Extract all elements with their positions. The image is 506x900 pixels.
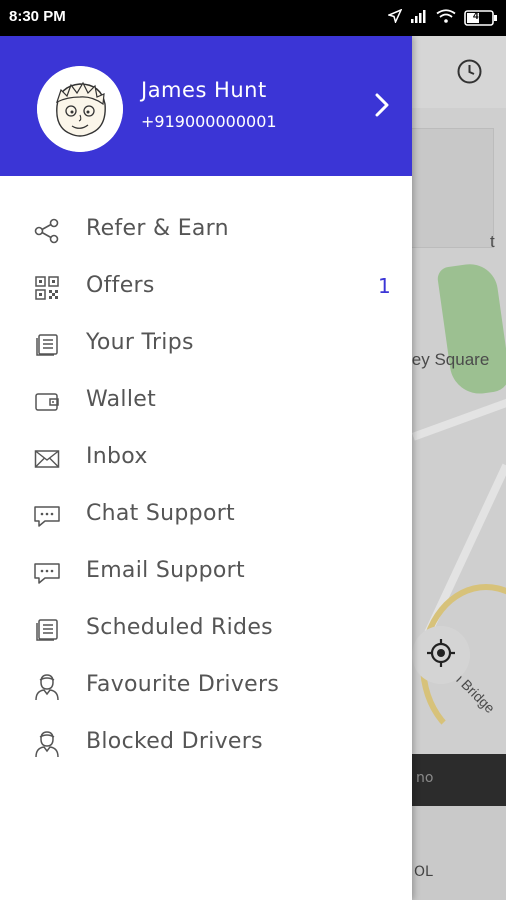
clock-icon[interactable] [456,58,483,89]
map-street-label: ley Square [408,350,490,369]
menu-item-offers[interactable]: Offers 1 [0,259,412,316]
menu-label: Scheduled Rides [86,615,273,640]
wifi-icon [436,8,456,27]
map-road [411,395,506,441]
menu-label: Your Trips [86,330,194,355]
menu-item-scheduled-rides[interactable]: Scheduled Rides [0,601,412,658]
status-time: 8:30 PM [9,8,66,25]
map-bottom-light-text: OL [414,864,433,880]
chat-icon [33,559,61,587]
drawer-menu: Refer & Earn Offers 1 Your Trips Wallet [0,202,412,772]
menu-item-email-support[interactable]: Email Support [0,544,412,601]
wallet-icon [33,388,61,416]
driver-icon [33,673,61,701]
my-location-button[interactable] [412,626,470,684]
menu-label: Inbox [86,444,148,469]
menu-item-blocked-drivers[interactable]: Blocked Drivers [0,715,412,772]
menu-item-your-trips[interactable]: Your Trips [0,316,412,373]
map-bottom-dark-text: no [416,770,434,786]
menu-label: Chat Support [86,501,235,526]
chevron-right-icon [372,92,392,122]
menu-item-inbox[interactable]: Inbox [0,430,412,487]
share-icon [33,217,61,245]
driver-icon [33,730,61,758]
menu-label: Offers [86,273,155,298]
menu-item-wallet[interactable]: Wallet [0,373,412,430]
user-phone: +919000000001 [141,112,277,131]
menu-item-chat-support[interactable]: Chat Support [0,487,412,544]
navigation-drawer: James Hunt +919000000001 Refer & Earn Of… [0,36,412,900]
profile-header[interactable]: James Hunt +919000000001 [0,36,412,176]
map-park [436,260,506,398]
battery-level: 49 [473,10,485,22]
chat-icon [33,502,61,530]
menu-label: Blocked Drivers [86,729,263,754]
menu-label: Favourite Drivers [86,672,280,697]
menu-label: Refer & Earn [86,216,229,241]
signal-icon [410,8,428,27]
menu-item-favourite-drivers[interactable]: Favourite Drivers [0,658,412,715]
battery-icon: 49 [464,9,498,26]
document-icon [33,331,61,359]
menu-label: Wallet [86,387,157,412]
crosshair-icon [426,638,456,672]
qr-code-icon [33,274,61,302]
document-icon [33,616,61,644]
mail-icon [33,445,61,473]
map-edge-label: t [490,232,495,251]
status-bar: 8:30 PM 49 [0,0,506,36]
user-name: James Hunt [141,78,267,102]
location-arrow-icon [386,8,403,27]
avatar [37,66,123,152]
status-icons: 49 [386,8,498,27]
offers-count-badge: 1 [378,274,391,298]
menu-item-refer-earn[interactable]: Refer & Earn [0,202,412,259]
menu-label: Email Support [86,558,245,583]
